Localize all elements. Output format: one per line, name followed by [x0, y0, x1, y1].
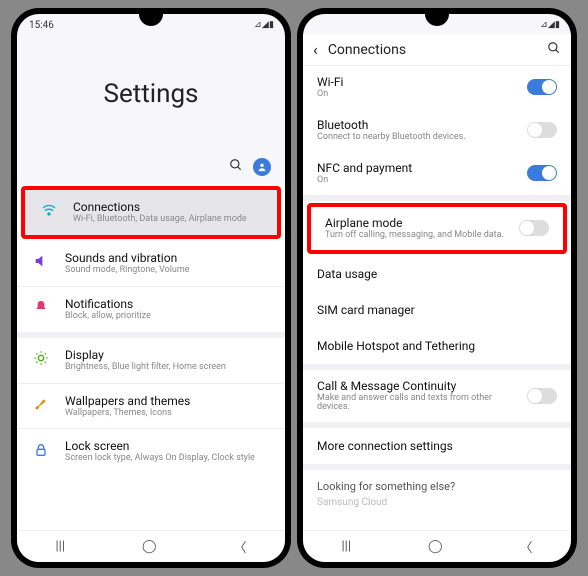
screen-connections: ⊿ ◢ ▮ ‹ Connections Wi-Fi On Bluetooth: [303, 14, 571, 562]
row-sub: On: [317, 90, 519, 100]
airplane-toggle[interactable]: [519, 220, 549, 236]
nav-back[interactable]: 〈: [233, 537, 246, 556]
row-sub: Wi-Fi, Bluetooth, Data usage, Airplane m…: [73, 215, 263, 225]
row-sub: Block, allow, prioritize: [65, 312, 271, 322]
search-icon[interactable]: [229, 158, 243, 176]
row-sub: Brightness, Blue light filter, Home scre…: [65, 363, 271, 373]
highlight-connections: Connections Wi-Fi, Bluetooth, Data usage…: [21, 186, 281, 239]
phone-connections: ⊿ ◢ ▮ ‹ Connections Wi-Fi On Bluetooth: [297, 8, 577, 568]
row-sub: Sound mode, Ringtone, Volume: [65, 266, 271, 276]
row-lockscreen[interactable]: Lock screen Screen lock type, Always On …: [17, 429, 285, 474]
row-title: Connections: [73, 200, 263, 214]
row-title: Notifications: [65, 297, 271, 311]
sound-icon: [31, 253, 51, 273]
row-title: Display: [65, 348, 271, 362]
row-sub: Screen lock type, Always On Display, Clo…: [65, 454, 271, 464]
header-bar: ‹ Connections: [303, 34, 571, 66]
lock-icon: [31, 442, 51, 462]
sun-icon: [31, 350, 51, 370]
row-connections[interactable]: Connections Wi-Fi, Bluetooth, Data usage…: [25, 190, 277, 235]
row-airplane[interactable]: Airplane mode Turn off calling, messagin…: [311, 207, 563, 250]
wifi-icon: [39, 202, 59, 222]
row-wallpapers[interactable]: Wallpapers and themes Wallpapers, Themes…: [17, 384, 285, 430]
nav-bar: ||| ◯ 〈: [303, 530, 571, 562]
search-icon[interactable]: [547, 41, 561, 59]
faint-link[interactable]: Samsung Cloud: [303, 495, 571, 512]
page-title: Settings: [17, 34, 285, 154]
nav-recent[interactable]: |||: [55, 539, 65, 554]
row-cmc[interactable]: Call & Message Continuity Make and answe…: [303, 370, 571, 423]
row-sub: Make and answer calls and texts from oth…: [317, 394, 519, 414]
row-title: Wallpapers and themes: [65, 394, 271, 408]
screen-settings: 15:46 ⊿ ◢ ▮ Settings Connections: [17, 14, 285, 562]
row-sub: On: [317, 176, 519, 186]
bluetooth-toggle[interactable]: [527, 122, 557, 138]
row-title: Airplane mode: [325, 216, 511, 230]
divider: [303, 195, 571, 201]
row-bluetooth[interactable]: Bluetooth Connect to nearby Bluetooth de…: [303, 109, 571, 152]
back-icon[interactable]: ‹: [313, 40, 318, 59]
row-sub: Turn off calling, messaging, and Mobile …: [325, 231, 511, 241]
row-more[interactable]: More connection settings: [303, 428, 571, 464]
row-data-usage[interactable]: Data usage: [303, 256, 571, 292]
bell-icon: [31, 299, 51, 319]
status-time: 15:46: [29, 20, 54, 31]
looking-label: Looking for something else?: [303, 470, 571, 495]
row-title: Lock screen: [65, 439, 271, 453]
wifi-toggle[interactable]: [527, 79, 557, 95]
nav-home[interactable]: ◯: [428, 539, 443, 554]
row-nfc[interactable]: NFC and payment On: [303, 152, 571, 195]
row-title: Sounds and vibration: [65, 251, 271, 265]
row-title: Wi-Fi: [317, 75, 519, 89]
cmc-toggle[interactable]: [527, 388, 557, 404]
profile-avatar[interactable]: [253, 158, 271, 176]
phone-settings: 15:46 ⊿ ◢ ▮ Settings Connections: [11, 8, 291, 568]
nav-recent[interactable]: |||: [341, 539, 351, 554]
row-title: Call & Message Continuity: [317, 379, 519, 393]
nav-bar: ||| ◯ 〈: [17, 530, 285, 562]
status-signal: ⊿ ◢ ▮: [540, 20, 559, 30]
connections-list: Wi-Fi On Bluetooth Connect to nearby Blu…: [303, 66, 571, 530]
row-sounds[interactable]: Sounds and vibration Sound mode, Rington…: [17, 241, 285, 287]
row-title: NFC and payment: [317, 161, 519, 175]
row-sub: Connect to nearby Bluetooth devices.: [317, 133, 519, 143]
row-title: Bluetooth: [317, 118, 519, 132]
row-wifi[interactable]: Wi-Fi On: [303, 66, 571, 109]
header-title: Connections: [328, 42, 406, 58]
brush-icon: [31, 396, 51, 416]
status-signal: ⊿ ◢ ▮: [254, 20, 273, 30]
row-display[interactable]: Display Brightness, Blue light filter, H…: [17, 338, 285, 384]
settings-list: Connections Wi-Fi, Bluetooth, Data usage…: [17, 184, 285, 530]
row-sub: Wallpapers, Themes, Icons: [65, 409, 271, 419]
status-time: [315, 20, 317, 31]
nfc-toggle[interactable]: [527, 165, 557, 181]
highlight-airplane: Airplane mode Turn off calling, messagin…: [307, 203, 567, 254]
nav-home[interactable]: ◯: [142, 539, 157, 554]
row-hotspot[interactable]: Mobile Hotspot and Tethering: [303, 328, 571, 364]
row-sim[interactable]: SIM card manager: [303, 292, 571, 328]
row-notifications[interactable]: Notifications Block, allow, prioritize: [17, 287, 285, 332]
nav-back[interactable]: 〈: [519, 537, 532, 556]
